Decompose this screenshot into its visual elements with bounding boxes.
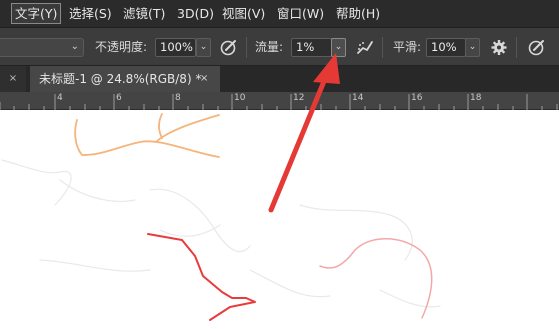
tab-document-title: 未标题-1 @ 24.8%(RGB/8) * <box>39 72 202 86</box>
separator <box>516 37 517 58</box>
opacity-field[interactable]: 100% <box>155 38 196 57</box>
menu-3d[interactable]: 3D(D) <box>174 4 217 23</box>
brush-preset-dropdown[interactable]: ⌄ <box>0 38 84 57</box>
menu-select[interactable]: 选择(S) <box>66 4 115 23</box>
ruler-label: 14 <box>352 93 364 103</box>
menu-bar: 文字(Y) 选择(S) 滤镜(T) 3D(D) 视图(V) 窗口(W) 帮助(H… <box>0 0 559 27</box>
smoothing-field[interactable]: 10% <box>426 38 466 57</box>
opacity-dropdown[interactable]: ⌄ <box>196 38 211 57</box>
gear-icon[interactable] <box>488 37 510 58</box>
separator <box>246 37 247 58</box>
menu-text[interactable]: 文字(Y) <box>10 3 62 24</box>
brush-strokes <box>1 113 441 321</box>
pressure-size-icon[interactable] <box>526 37 548 58</box>
menu-filter[interactable]: 滤镜(T) <box>120 4 168 23</box>
tab-document[interactable]: 未标题-1 @ 24.8%(RGB/8) * <box>30 66 220 92</box>
menu-view[interactable]: 视图(V) <box>219 4 268 23</box>
separator <box>382 37 383 58</box>
chevron-down-icon: ⌄ <box>70 41 79 52</box>
ruler-label: 16 <box>411 93 423 103</box>
menu-help[interactable]: 帮助(H) <box>333 4 383 23</box>
document-canvas[interactable] <box>0 110 559 329</box>
ruler-label: 6 <box>116 93 122 103</box>
ruler-label: 12 <box>293 93 305 103</box>
airbrush-icon[interactable] <box>354 37 376 58</box>
options-bar: ⌄ 不透明度: 100% ⌄ 流量: 1% ⌄ 平滑: 10% ⌄ <box>0 27 559 66</box>
flow-dropdown[interactable]: ⌄ <box>331 38 346 57</box>
horizontal-ruler[interactable]: 4 6 8 10 12 14 16 18 <box>0 92 559 110</box>
document-tab-bar: × 未标题-1 @ 24.8%(RGB/8) * × <box>0 66 559 92</box>
ruler-label: 18 <box>470 93 482 103</box>
smoothing-dropdown[interactable]: ⌄ <box>465 38 480 57</box>
tab-close-icon[interactable]: × <box>200 66 212 92</box>
ruler-label: 10 <box>234 93 246 103</box>
ruler-label: 8 <box>175 93 181 103</box>
menu-window[interactable]: 窗口(W) <box>274 4 327 23</box>
flow-label: 流量: <box>255 40 284 54</box>
close-icon[interactable]: × <box>0 66 26 92</box>
pressure-opacity-icon[interactable] <box>218 37 240 58</box>
opacity-label: 不透明度: <box>95 40 148 54</box>
smoothing-label: 平滑: <box>393 40 422 54</box>
flow-field[interactable]: 1% <box>291 38 332 57</box>
ruler-label: 4 <box>57 93 63 103</box>
